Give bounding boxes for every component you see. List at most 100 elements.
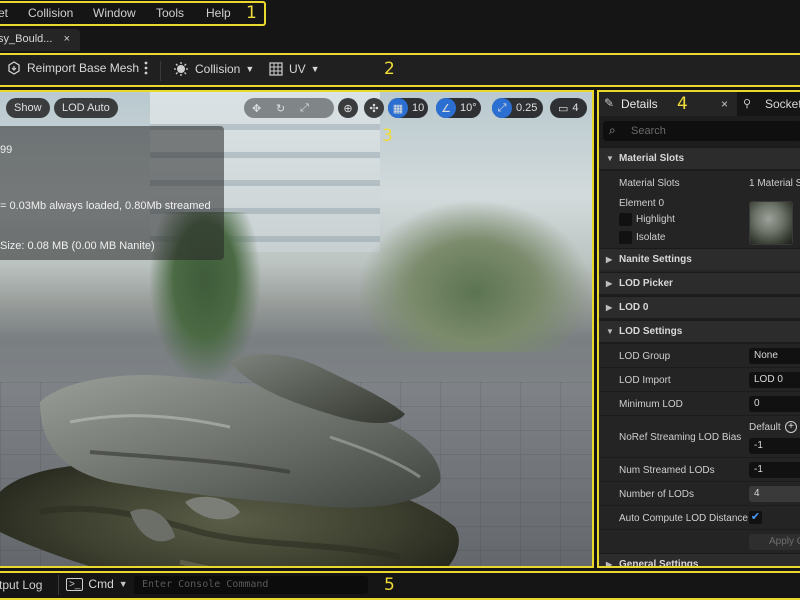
highlight-checkbox[interactable] [619, 213, 632, 226]
reimport-button[interactable]: Reimport Base Mesh [6, 61, 139, 75]
expanded-arrow-icon: ▼ [606, 327, 614, 336]
bottom-bar: tput Log >_ Cmd ▼ Enter Console Command … [0, 571, 800, 600]
chevron-down-icon: ▼ [245, 64, 255, 74]
show-button[interactable]: Show [6, 98, 50, 118]
show-label: Show [14, 102, 42, 114]
details-search-input[interactable]: ⌕ Search [603, 121, 800, 141]
chevron-down-icon: ▼ [310, 64, 320, 74]
lod-group-label: LOD Group [619, 351, 671, 362]
num-streamed-lods-label: Num Streamed LODs [619, 465, 715, 476]
console-command-input[interactable]: Enter Console Command [134, 576, 368, 594]
more-options-icon[interactable] [144, 61, 148, 75]
section-label: Nanite Settings [619, 254, 692, 265]
lod-group-row: LOD Group None [599, 343, 800, 367]
camera-speed-button[interactable]: ▭ 4 [550, 98, 587, 118]
cmd-dropdown[interactable]: >_ Cmd ▼ [66, 577, 128, 591]
section-nanite-settings[interactable]: ▶ Nanite Settings [599, 248, 800, 270]
stats-line-3: Size: 0.08 MB (0.00 MB Nanite) [0, 240, 155, 252]
minimum-lod-input[interactable]: 0 [749, 396, 800, 412]
menu-window[interactable]: Window [93, 6, 136, 20]
boulder-mesh [0, 354, 459, 566]
console-placeholder: Enter Console Command [142, 579, 269, 590]
element-0-label: Element 0 [619, 198, 665, 209]
background-trees [360, 202, 590, 352]
grid-snap-value: 10 [412, 102, 425, 114]
section-lod-settings[interactable]: ▼ LOD Settings [599, 320, 800, 342]
socket-tab-label: Socket [765, 97, 800, 111]
mesh-viewport[interactable]: Show LOD Auto ✥ ↻ ⤢ ⊕ ✣ ▦ 10 ∠ 10° ⤢ 0.2… [0, 90, 594, 568]
expanded-arrow-icon: ▼ [606, 154, 614, 163]
material-thumbnail[interactable] [749, 201, 793, 245]
collision-icon [174, 62, 188, 76]
section-general-settings[interactable]: ▶ General Settings [599, 553, 800, 566]
asset-tab-label: sy_Bould... [0, 33, 53, 45]
transform-tools-group[interactable]: ✥ ↻ ⤢ [244, 98, 334, 118]
asset-tab[interactable]: sy_Bould... × [0, 29, 80, 51]
section-label: LOD Settings [619, 326, 683, 337]
menu-help[interactable]: Help [206, 6, 231, 20]
section-label: LOD Picker [619, 278, 673, 289]
stats-line-2: = 0.03Mb always loaded, 0.80Mb streamed [0, 200, 211, 212]
highlight-label: Highlight [636, 214, 675, 225]
lod-auto-button[interactable]: LOD Auto [54, 98, 118, 118]
zone-label-1: 1 [246, 3, 257, 23]
toolbar: Reimport Base Mesh Collision ▼ UV ▼ 2 [0, 53, 800, 87]
translate-icon[interactable]: ✥ [252, 102, 272, 115]
tab-socket[interactable]: ⚲ Socket [741, 92, 800, 116]
pencil-icon: ✎ [604, 96, 615, 110]
noref-bias-label: NoRef Streaming LOD Bias [619, 432, 742, 443]
scale-snap-button[interactable]: ⤢ 0.25 [492, 98, 544, 118]
isolate-checkbox[interactable] [619, 231, 632, 244]
scale-icon[interactable]: ⤢ [300, 102, 320, 115]
uv-grid-icon [269, 62, 283, 76]
menu-collision[interactable]: Collision [28, 6, 73, 20]
zone-label-4: 4 [677, 94, 688, 114]
add-override-icon[interactable]: + [785, 421, 797, 433]
close-icon[interactable]: × [721, 97, 728, 111]
number-of-lods-row: Number of LODs 4 [599, 481, 800, 505]
rotate-icon[interactable]: ↻ [276, 102, 296, 115]
material-slots-count: 1 Material Sl [749, 178, 800, 189]
lod-import-label: LOD Import [619, 375, 671, 386]
lod-import-dropdown[interactable]: LOD 0 [749, 372, 800, 388]
grid-snap-icon: ▦ [388, 98, 408, 118]
section-lod-0[interactable]: ▶ LOD 0 [599, 296, 800, 318]
num-streamed-lods-input[interactable]: -1 [749, 462, 800, 478]
output-log-tab[interactable]: tput Log [0, 578, 42, 592]
angle-snap-value: 10° [460, 102, 477, 114]
number-of-lods-slider[interactable]: 4 [749, 486, 800, 502]
tab-bar: sy_Bould... × [0, 28, 800, 52]
toolbar-divider [160, 61, 161, 81]
uv-dropdown[interactable]: UV ▼ [268, 61, 320, 77]
terminal-icon: >_ [66, 577, 84, 591]
surface-snap-icon[interactable]: ✣ [364, 98, 384, 118]
scale-snap-icon: ⤢ [492, 98, 512, 118]
zone-label-5: 5 [384, 575, 395, 595]
apply-changes-button[interactable]: Apply C [749, 534, 800, 550]
apply-row: Apply C [599, 529, 800, 553]
details-panel: ✎ Details × 4 ⚲ Socket ⌕ Search ▼ Materi… [597, 90, 800, 568]
tab-details[interactable]: ✎ Details × [599, 92, 737, 116]
material-slots-label: Material Slots [619, 178, 680, 189]
menu-asset[interactable]: et [0, 6, 8, 20]
details-tab-bar: ✎ Details × 4 ⚲ Socket [599, 92, 800, 116]
noref-bias-input[interactable]: -1 [749, 438, 800, 454]
noref-default-label: Default [749, 422, 781, 433]
auto-compute-checkbox[interactable]: ✔ [749, 511, 762, 524]
collision-dropdown[interactable]: Collision ▼ [172, 61, 254, 77]
close-icon[interactable]: × [64, 33, 70, 45]
menu-tools[interactable]: Tools [156, 6, 184, 20]
num-streamed-lods-row: Num Streamed LODs -1 [599, 457, 800, 481]
zone-label-2: 2 [384, 59, 395, 79]
section-material-slots[interactable]: ▼ Material Slots [599, 147, 800, 169]
uv-label: UV [289, 62, 306, 76]
grid-snap-button[interactable]: ▦ 10 [388, 98, 429, 118]
isolate-label: Isolate [636, 232, 666, 243]
zone-label-3: 3 [382, 126, 393, 146]
lod-group-dropdown[interactable]: None [749, 348, 800, 364]
minimum-lod-label: Minimum LOD [619, 399, 683, 410]
section-lod-picker[interactable]: ▶ LOD Picker [599, 272, 800, 294]
camera-icon: ▭ [558, 102, 569, 115]
angle-snap-button[interactable]: ∠ 10° [436, 98, 481, 118]
world-local-icon[interactable]: ⊕ [338, 98, 358, 118]
